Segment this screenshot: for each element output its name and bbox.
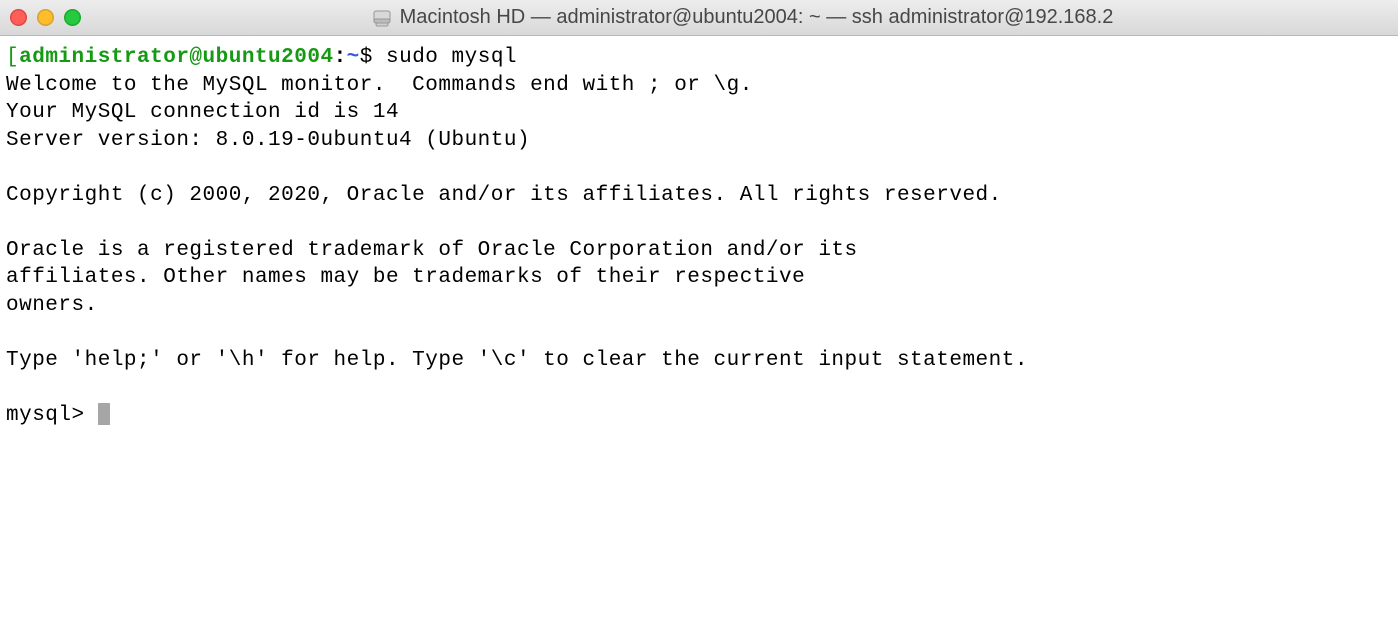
zoom-window-button[interactable] [64,9,81,26]
output-line: Oracle is a registered trademark of Orac… [6,239,858,262]
prompt-userhost: administrator@ubuntu2004 [19,46,333,69]
output-line: owners. [6,294,98,317]
prompt-dollar: $ [360,46,386,69]
window-titlebar: Macintosh HD — administrator@ubuntu2004:… [0,0,1398,36]
output-line: Type 'help;' or '\h' for help. Type '\c'… [6,349,1028,372]
window-title: Macintosh HD — administrator@ubuntu2004:… [400,6,1114,29]
prompt-colon: : [334,46,347,69]
minimize-window-button[interactable] [37,9,54,26]
close-window-button[interactable] [10,9,27,26]
terminal-output[interactable]: [administrator@ubuntu2004:~$ sudo mysql … [0,36,1398,437]
output-line: Copyright (c) 2000, 2020, Oracle and/or … [6,184,1002,207]
prompt-path: ~ [347,46,360,69]
window-controls [10,9,81,26]
command-text: sudo mysql [386,46,517,69]
prompt-bracket: [ [6,46,19,69]
output-line: Welcome to the MySQL monitor. Commands e… [6,74,753,97]
cursor-block [98,403,110,425]
output-line: affiliates. Other names may be trademark… [6,266,805,289]
output-line: Server version: 8.0.19-0ubuntu4 (Ubuntu) [6,129,530,152]
disk-icon [372,8,392,28]
output-line: Your MySQL connection id is 14 [6,101,399,124]
window-title-wrap: Macintosh HD — administrator@ubuntu2004:… [97,6,1388,29]
mysql-prompt: mysql> [6,404,98,427]
